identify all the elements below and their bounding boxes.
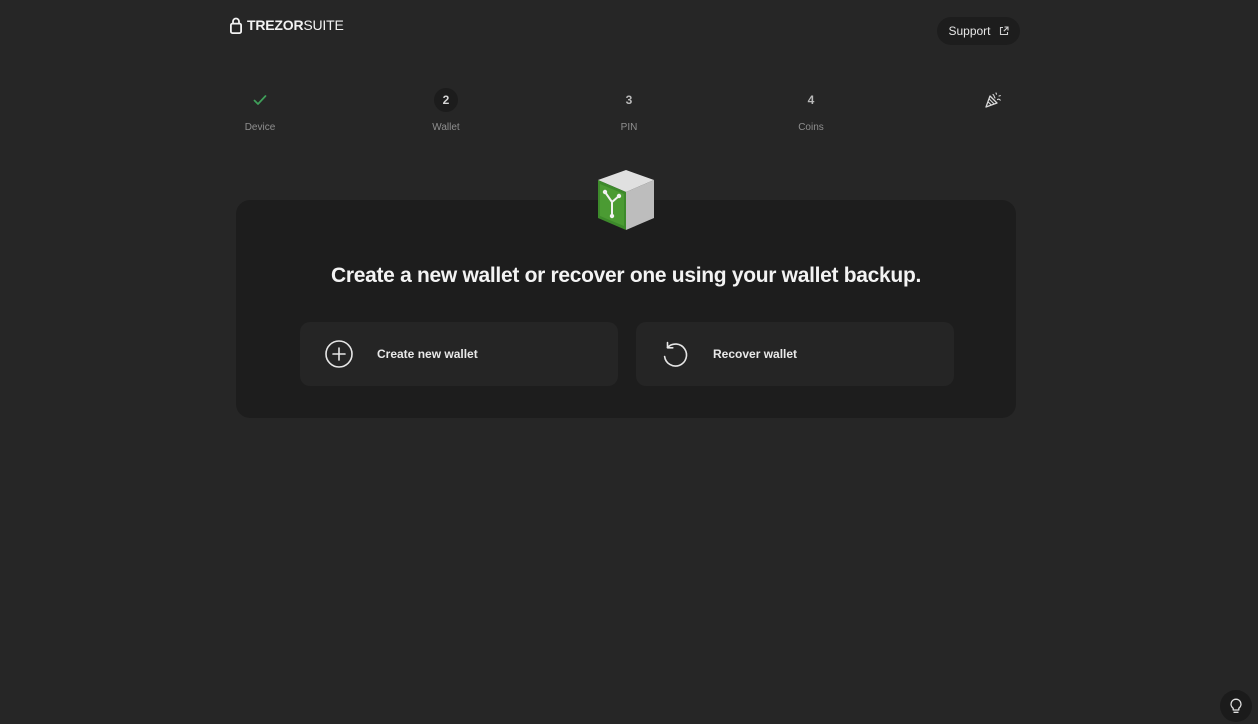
step-label: Coins	[798, 122, 824, 133]
create-new-wallet-label: Create new wallet	[377, 347, 478, 361]
create-new-wallet-button[interactable]: Create new wallet	[300, 322, 618, 386]
step-pin: 3 PIN	[589, 88, 669, 133]
lock-icon	[230, 17, 242, 34]
wallet-cube-icon	[598, 170, 654, 230]
step-device: Device	[220, 88, 300, 133]
step-label: Wallet	[432, 122, 460, 133]
party-popper-icon	[985, 92, 1001, 108]
recover-wallet-label: Recover wallet	[713, 347, 798, 361]
step-coins: 4 Coins	[771, 88, 851, 133]
external-link-icon	[999, 26, 1009, 36]
step-label: Device	[244, 122, 276, 133]
lightbulb-icon	[1230, 698, 1242, 713]
recover-arrow-icon	[659, 338, 691, 370]
step-indicator	[248, 88, 272, 112]
onboarding-page: TREZORSUITE Support Device 2 Wallet 3 PI…	[0, 0, 1258, 724]
check-icon	[253, 95, 267, 105]
card-title: Create a new wallet or recover one using…	[330, 264, 922, 287]
tips-button[interactable]	[1220, 690, 1252, 722]
step-final	[953, 88, 1033, 112]
step-indicator	[981, 88, 1005, 112]
plus-circle-icon	[323, 338, 355, 370]
logo-text-bold: TREZOR	[247, 17, 304, 33]
support-label: Support	[948, 24, 991, 38]
step-label: PIN	[620, 122, 638, 133]
step-indicator: 4	[807, 93, 815, 107]
step-indicator: 3	[625, 93, 633, 107]
step-indicator: 2	[434, 88, 458, 112]
trezor-suite-logo: TREZORSUITE	[230, 16, 344, 34]
step-wallet: 2 Wallet	[406, 88, 486, 133]
recover-wallet-button[interactable]: Recover wallet	[636, 322, 954, 386]
logo-text-light: SUITE	[303, 17, 344, 33]
support-button[interactable]: Support	[937, 17, 1020, 45]
